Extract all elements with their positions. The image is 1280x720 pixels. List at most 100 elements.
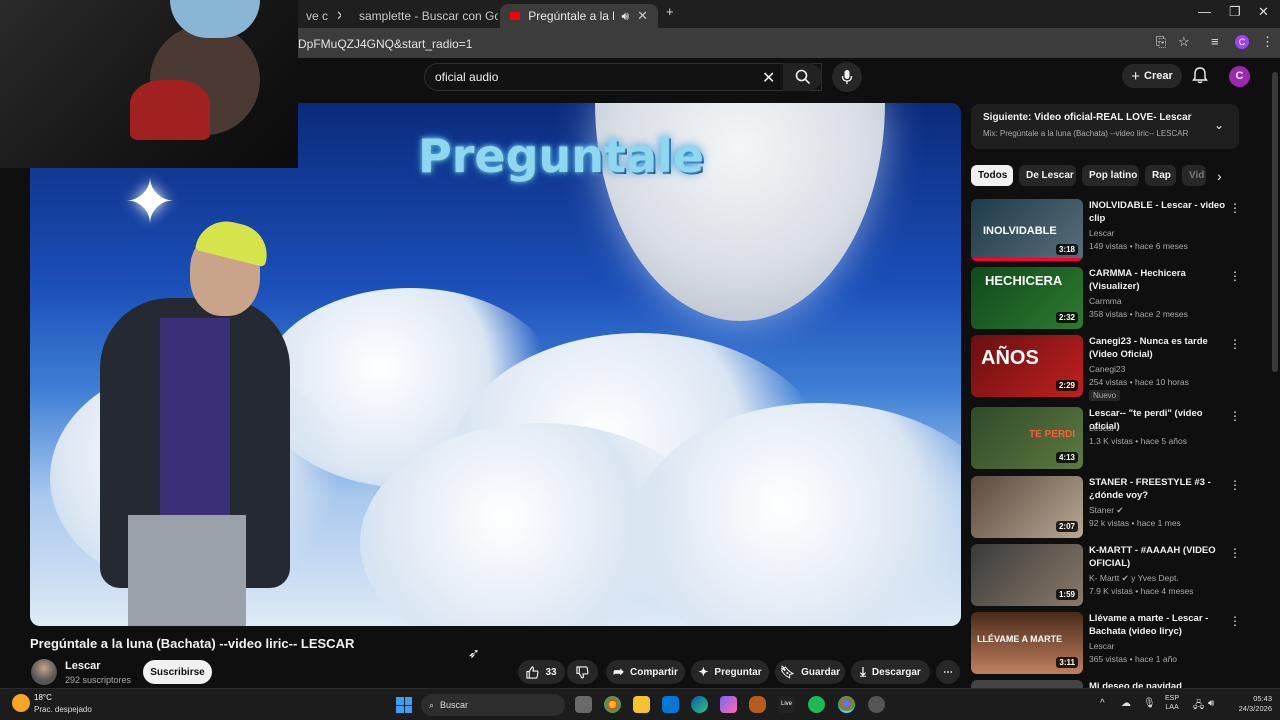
notifications-bell-icon[interactable] (1192, 66, 1208, 84)
create-button[interactable]: + Crear (1122, 64, 1182, 88)
more-options-icon[interactable]: ⋮ (1229, 269, 1241, 283)
video-thumbnail[interactable]: 1:59 (971, 544, 1083, 606)
more-options-icon[interactable]: ⋮ (1229, 201, 1241, 215)
list-item[interactable]: Mi deseo de navidad (971, 680, 1251, 688)
rec-title[interactable]: CARMMA - Hechicera (Visualizer) (1089, 267, 1227, 293)
channel-name[interactable]: Lescar (65, 660, 100, 672)
input-language[interactable]: ESP LAA (1165, 694, 1179, 712)
rec-channel[interactable]: Lescar (1089, 641, 1115, 651)
brave-icon[interactable] (749, 696, 766, 713)
more-options-icon[interactable]: ⋮ (1229, 546, 1241, 560)
rec-channel[interactable]: Lescar (1089, 423, 1115, 433)
rec-channel[interactable]: Canegi23 (1089, 364, 1125, 374)
list-item[interactable]: TE PERDI 4:13 Lescar-- "te perdi" (video… (971, 407, 1251, 471)
video-thumbnail[interactable]: LLÉVAME A MARTE 3:11 (971, 612, 1083, 674)
account-avatar[interactable]: C (1229, 66, 1250, 87)
list-item[interactable]: LLÉVAME A MARTE 3:11 Llévame a marte - L… (971, 612, 1251, 676)
video-thumbnail[interactable]: TE PERDI 4:13 (971, 407, 1083, 469)
volume-icon[interactable]: 🔊︎ (1208, 698, 1214, 709)
close-tab-icon[interactable]: ✕ (637, 8, 648, 24)
tab-1[interactable]: ve c ✕ (296, 4, 341, 28)
clear-search-icon[interactable]: ✕ (762, 68, 775, 88)
search-box[interactable]: ✕ (424, 63, 822, 91)
share-button[interactable]: ➦ Compartir (606, 660, 685, 684)
new-tab-button[interactable]: + (666, 4, 674, 19)
store-icon[interactable] (662, 696, 679, 713)
rec-title[interactable]: Llévame a marte - Lescar - Bachata (vide… (1089, 612, 1227, 638)
close-window-icon[interactable]: ✕ (1258, 4, 1269, 20)
rec-title[interactable]: K-MARTT - #AAAAH (VIDEO OFICIAL) (1089, 544, 1227, 570)
rec-channel[interactable]: Staner ✔ (1089, 505, 1124, 516)
rec-title[interactable]: Mi deseo de navidad (1089, 680, 1227, 688)
list-item[interactable]: AÑOS 2:29 Canegi23 - Nunca es tarde (Vid… (971, 335, 1251, 401)
video-player[interactable]: Preguntale ✦ (30, 103, 961, 626)
download-button[interactable]: ⤓ Descargar (851, 660, 930, 684)
chip-pop-latino[interactable]: Pop latino (1082, 165, 1139, 186)
more-actions-button[interactable]: ⋯ (936, 660, 960, 684)
profile-avatar[interactable]: C (1235, 35, 1249, 49)
chip-todos[interactable]: Todos (971, 165, 1013, 186)
rec-channel[interactable]: K- Martt ✔ y Yves Dept. (1089, 573, 1179, 584)
bookmark-star-icon[interactable]: ☆ (1178, 34, 1190, 50)
like-button[interactable]: 33 (518, 660, 565, 684)
live-app-icon[interactable]: Live (778, 696, 795, 713)
taskbar-search[interactable]: ⌕ Buscar (421, 694, 565, 716)
tray-overflow-icon[interactable]: ^ (1100, 698, 1105, 709)
cloud-icon[interactable]: ☁ (1121, 698, 1131, 709)
rec-title[interactable]: INOLVIDABLE - Lescar - video clip (1089, 199, 1227, 225)
list-item[interactable]: INOLVIDABLE 3:18 INOLVIDABLE - Lescar - … (971, 199, 1251, 263)
list-item[interactable]: HECHICERA 2:32 CARMMA - Hechicera (Visua… (971, 267, 1251, 331)
chevron-right-icon[interactable]: › (1217, 168, 1222, 184)
media-control-icon[interactable]: ≡ (1211, 34, 1219, 49)
edge-icon[interactable] (691, 696, 708, 713)
up-next-panel[interactable]: Siguiente: Video oficial-REAL LOVE- Lesc… (971, 104, 1239, 149)
spotify-icon[interactable] (808, 696, 825, 713)
chevron-down-icon[interactable]: ⌄ (1214, 118, 1224, 132)
minimize-icon[interactable]: — (1198, 4, 1211, 19)
more-options-icon[interactable]: ⋮ (1229, 337, 1241, 351)
video-thumbnail[interactable]: AÑOS 2:29 (971, 335, 1083, 397)
more-options-icon[interactable]: ⋮ (1229, 614, 1241, 628)
voice-search-button[interactable] (832, 62, 862, 92)
list-item[interactable]: 1:59 K-MARTT - #AAAAH (VIDEO OFICIAL) K-… (971, 544, 1251, 608)
more-options-icon[interactable]: ⋮ (1229, 478, 1241, 492)
tab-2[interactable]: samplette - Buscar con Google ✕ (341, 4, 498, 28)
chrome-active-icon[interactable] (838, 696, 855, 713)
scrollbar-thumb[interactable] (1272, 72, 1278, 372)
weather-temperature[interactable]: 18°C (34, 693, 52, 702)
save-button[interactable]: 🔖︎ Guardar (775, 660, 845, 684)
video-thumbnail[interactable]: INOLVIDABLE 3:18 (971, 199, 1083, 261)
rec-channel[interactable]: Carmma (1089, 296, 1122, 306)
weather-sun-icon[interactable] (12, 694, 30, 712)
channel-avatar[interactable] (31, 659, 57, 685)
task-view-icon[interactable] (575, 696, 592, 713)
chip-rap[interactable]: Rap (1145, 165, 1176, 186)
ask-button[interactable]: ✦ Preguntar (691, 660, 769, 684)
subscribe-button[interactable]: Suscribirse (143, 660, 212, 684)
menu-kebab-icon[interactable]: ⋮ (1261, 34, 1274, 50)
search-button[interactable] (783, 63, 822, 91)
video-thumbnail[interactable]: HECHICERA 2:32 (971, 267, 1083, 329)
speaker-icon[interactable]: 🔊︎ (622, 9, 630, 24)
url-field[interactable]: DpFMuQZJ4GNQ&start_radio=1 (298, 37, 472, 51)
search-input[interactable] (435, 70, 590, 84)
rec-channel[interactable]: Lescar (1089, 228, 1115, 238)
weather-description[interactable]: Prac. despejado (34, 705, 92, 714)
more-options-icon[interactable]: ⋮ (1229, 409, 1241, 423)
app-icon[interactable] (868, 696, 885, 713)
chrome-icon[interactable] (604, 696, 621, 713)
network-icon[interactable]: 🖧︎ (1193, 698, 1204, 715)
start-windows-icon[interactable] (396, 697, 412, 713)
clock[interactable]: 05:43 24/3/2026 (1222, 694, 1272, 714)
chip-de-lescar[interactable]: De Lescar (1019, 165, 1076, 186)
video-thumbnail[interactable] (971, 680, 1083, 688)
file-explorer-icon[interactable] (633, 696, 650, 713)
rec-title[interactable]: Canegi23 - Nunca es tarde (Video Oficial… (1089, 335, 1227, 361)
rec-title[interactable]: STANER - FREESTYLE #3 - ¿dónde voy? (1089, 476, 1227, 502)
dislike-button[interactable] (567, 660, 598, 684)
copilot-icon[interactable] (720, 696, 737, 713)
tab-3-active[interactable]: Pregúntale a la luna (Bachat 🔊︎ ✕ (500, 4, 658, 28)
scrollbar[interactable] (1270, 60, 1280, 688)
chip-videos[interactable]: Vid (1182, 165, 1206, 186)
list-item[interactable]: 2:07 STANER - FREESTYLE #3 - ¿dónde voy?… (971, 476, 1251, 540)
